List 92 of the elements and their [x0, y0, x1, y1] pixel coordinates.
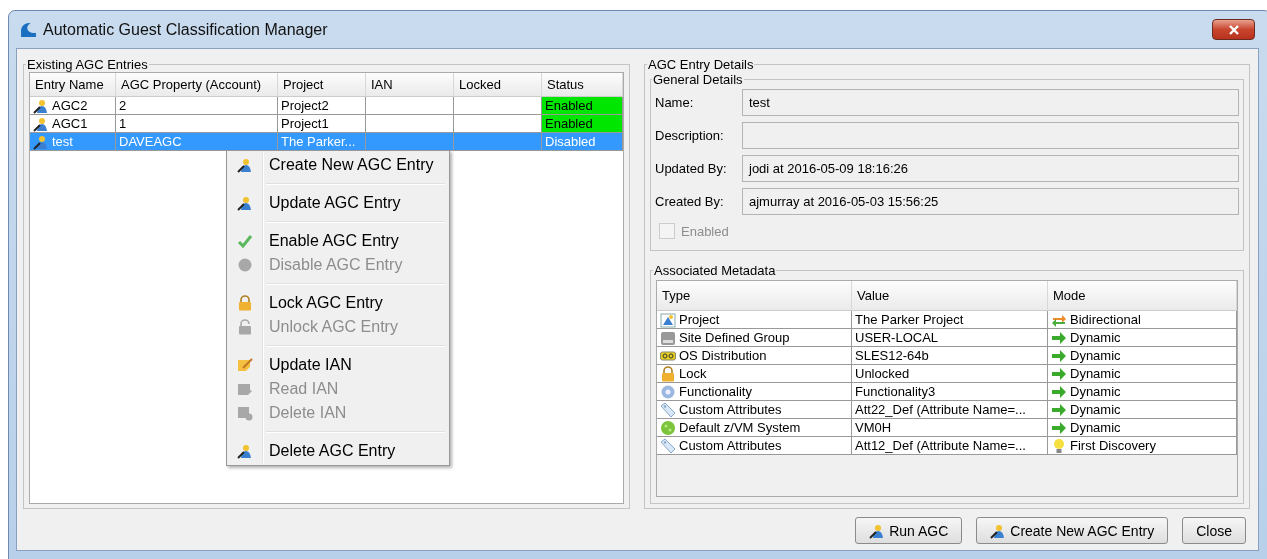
section-title: Existing AGC Entries [26, 57, 149, 72]
column-header[interactable]: IAN [366, 73, 454, 97]
table-cell: VM0H [852, 419, 1048, 437]
dialog-button[interactable]: Create New AGC Entry [976, 517, 1169, 544]
field-label: Updated By: [655, 161, 728, 176]
tag-icon [660, 437, 676, 454]
arrow-right-icon [1051, 419, 1067, 436]
table-cell: Att22_Def (Attribute Name=... [852, 401, 1048, 419]
field-label: Description: [655, 128, 725, 143]
arrow-right-icon [1051, 329, 1067, 346]
section-title: AGC Entry Details [647, 57, 755, 72]
column-header[interactable]: AGC Property (Account) [116, 73, 278, 97]
arrow-right-icon [1051, 401, 1067, 418]
note-icon [237, 357, 253, 373]
table-cell: Unlocked [852, 365, 1048, 383]
table-cell: Project2 [278, 97, 366, 115]
column-header[interactable]: Project [278, 73, 366, 97]
wave-icon [20, 21, 37, 38]
text-field[interactable]: ajmurray at 2016-05-03 15:56:25 [742, 188, 1239, 215]
dialog-button[interactable]: Run AGC [855, 517, 963, 544]
entry-name: AGC1 [52, 116, 88, 131]
table-cell: Dynamic [1070, 384, 1121, 399]
user-wand-icon [33, 115, 49, 132]
table-cell: Dynamic [1070, 402, 1121, 417]
dialog-button[interactable]: Close [1182, 517, 1246, 544]
table-cell: First Discovery [1070, 438, 1156, 453]
table-cell: OS Distribution [679, 348, 767, 363]
column-header[interactable]: Mode [1048, 281, 1237, 311]
section-title: General Details [652, 72, 744, 87]
table-cell: Att12_Def (Attribute Name=... [852, 437, 1048, 455]
status-cell: Enabled [542, 97, 623, 115]
table-cell: USER-LOCAL [852, 329, 1048, 347]
section-title: Associated Metadata [653, 263, 777, 278]
menu-item[interactable]: Delete AGC Entry [229, 439, 447, 463]
note-icon [237, 381, 253, 397]
table-cell: Lock [679, 366, 707, 381]
text-field[interactable] [742, 122, 1239, 149]
table-cell: Bidirectional [1070, 312, 1141, 327]
tag-icon [660, 401, 676, 418]
menu-item[interactable]: Enable AGC Entry [229, 229, 447, 253]
user-wand-icon [33, 133, 49, 150]
gear-icon [660, 383, 676, 400]
table-cell: Functionality3 [852, 383, 1048, 401]
column-header[interactable]: Entry Name [30, 73, 116, 97]
menu-item[interactable]: Lock AGC Entry [229, 291, 447, 315]
table-cell: Project [679, 312, 720, 327]
field-label: Created By: [655, 194, 725, 209]
arrow-right-icon [1051, 365, 1067, 382]
close-icon [1227, 23, 1240, 36]
checkbox-label: Enabled [681, 223, 729, 239]
table-cell: 2 [116, 97, 278, 115]
column-header[interactable]: Type [657, 281, 852, 311]
check-icon [237, 233, 253, 249]
globe-icon [660, 419, 676, 436]
table-cell: Default z/VM System [679, 420, 801, 435]
unlock-icon [237, 319, 253, 335]
arrow-right-icon [1051, 383, 1067, 400]
table-cell: Dynamic [1070, 420, 1121, 435]
table-cell: Custom Attributes [679, 438, 782, 453]
table-cell: The Parker... [278, 133, 366, 151]
entry-name: AGC2 [52, 98, 88, 113]
menu-item[interactable]: Update AGC Entry [229, 191, 447, 215]
table-cell: Dynamic [1070, 330, 1121, 345]
arrow-right-icon [1051, 347, 1067, 364]
table-cell: Dynamic [1070, 348, 1121, 363]
table-cell: SLES12-64b [852, 347, 1048, 365]
menu-item[interactable]: Create New AGC Entry [229, 153, 447, 177]
user-wand-icon [33, 97, 49, 114]
lock-icon [660, 365, 676, 382]
status-cell: Disabled [542, 133, 623, 151]
circle-icon [237, 257, 253, 273]
close-button[interactable] [1212, 19, 1255, 40]
entry-name: test [52, 134, 73, 149]
column-header[interactable]: Locked [454, 73, 542, 97]
table-cell: Dynamic [1070, 366, 1121, 381]
table-cell: The Parker Project [852, 311, 1048, 329]
status-cell: Enabled [542, 115, 623, 133]
text-field[interactable]: test [742, 89, 1239, 116]
menu-item[interactable]: Update IAN [229, 353, 447, 377]
table-cell: Site Defined Group [679, 330, 790, 345]
lightbulb-icon [1051, 437, 1067, 454]
table-cell: Functionality [679, 384, 752, 399]
note-icon [237, 405, 253, 421]
table-cell: Custom Attributes [679, 402, 782, 417]
text-field[interactable]: jodi at 2016-05-09 18:16:26 [742, 155, 1239, 182]
column-header[interactable]: Value [852, 281, 1048, 311]
window-title: Automatic Guest Classification Manager [43, 20, 328, 39]
column-header[interactable]: Status [542, 73, 623, 97]
field-label: Name: [655, 95, 695, 110]
table-cell[interactable]: AGC2 [30, 97, 116, 115]
lock-icon [237, 295, 253, 311]
table-cell: DAVEAGC [116, 133, 278, 151]
